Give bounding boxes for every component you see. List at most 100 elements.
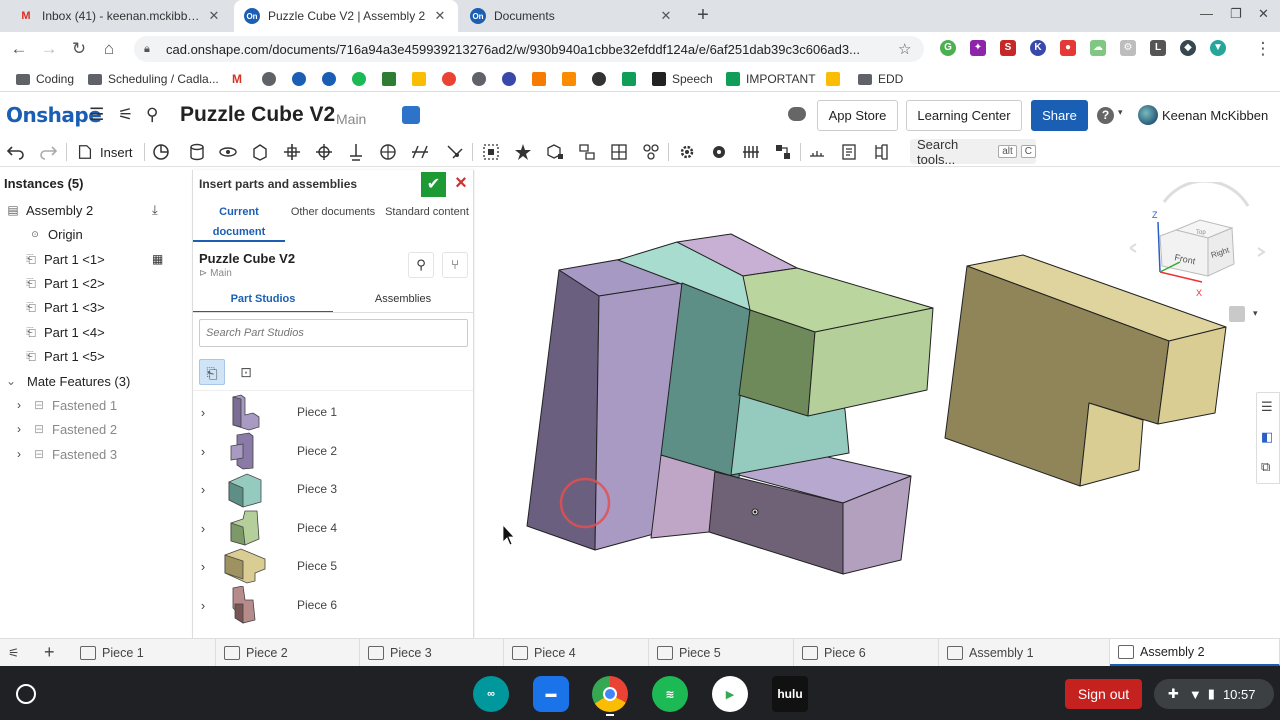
cancel-x-button[interactable]: × bbox=[453, 173, 469, 193]
close-tab-icon[interactable]: ✕ bbox=[206, 8, 222, 24]
mate-fastened-2[interactable]: › ⊟ Fastened 2 bbox=[0, 418, 190, 440]
explode-icon[interactable] bbox=[641, 142, 661, 162]
tab-assemblies[interactable]: Assemblies bbox=[333, 287, 473, 313]
instance-part-5[interactable]: ⎗ Part 1 <5> bbox=[0, 345, 190, 367]
tab-piece-5[interactable]: Piece 5 bbox=[649, 639, 794, 666]
new-tab-button[interactable]: + bbox=[692, 5, 714, 27]
document-title[interactable]: Puzzle Cube V2 bbox=[180, 103, 335, 127]
tab-piece-1[interactable]: Piece 1 bbox=[72, 639, 216, 666]
tab-part-studios[interactable]: Part Studios bbox=[193, 287, 333, 313]
bookmark-important[interactable]: IMPORTANT bbox=[726, 70, 816, 88]
app-store-button[interactable]: App Store bbox=[817, 100, 898, 131]
extension-grammarly-icon[interactable]: G bbox=[940, 40, 956, 56]
tab-piece-2[interactable]: Piece 2 bbox=[216, 639, 360, 666]
bookmark-speech[interactable]: Speech bbox=[652, 70, 713, 88]
close-window-icon[interactable]: ✕ bbox=[1258, 6, 1269, 22]
close-tab-icon[interactable]: ✕ bbox=[432, 8, 448, 24]
list-item-piece-6[interactable]: › Piece 6 bbox=[193, 586, 473, 624]
cube-bookmark-icon[interactable] bbox=[562, 70, 582, 88]
list-item-piece-2[interactable]: › Piece 2 bbox=[193, 432, 473, 470]
extension-cloud-icon[interactable]: ☁ bbox=[1090, 40, 1106, 56]
tab-piece-4[interactable]: Piece 4 bbox=[504, 639, 649, 666]
onshape-bookmark-icon[interactable] bbox=[322, 70, 342, 88]
instance-part-2[interactable]: ⎗ Part 1 <2> bbox=[0, 272, 190, 294]
chrome-menu-icon[interactable]: ⋮ bbox=[1252, 38, 1274, 60]
home-icon[interactable]: ⌂ bbox=[98, 38, 120, 60]
arduino-app-icon[interactable]: ∞ bbox=[473, 676, 509, 712]
extension-vpn-icon[interactable]: ▼ bbox=[1210, 40, 1226, 56]
graphics-viewport[interactable]: Z X Front Right Top ▾ ☰ ◧ ⧉ bbox=[475, 170, 1280, 638]
instance-origin[interactable]: ⊙ Origin bbox=[0, 223, 190, 245]
circular-pattern-icon[interactable] bbox=[577, 142, 597, 162]
screw-relation-icon[interactable] bbox=[741, 142, 761, 162]
bookmark-star-icon[interactable]: ☆ bbox=[898, 40, 914, 58]
rotate-right-icon[interactable] bbox=[1257, 247, 1266, 257]
forward-icon[interactable]: → bbox=[38, 38, 60, 60]
photos-bookmark-icon[interactable] bbox=[442, 70, 462, 88]
list-item-piece-3[interactable]: › Piece 3 bbox=[193, 470, 473, 508]
gmail-bookmark-icon[interactable]: M bbox=[232, 70, 242, 88]
sb-bookmark-icon[interactable] bbox=[532, 70, 552, 88]
workspace-label[interactable]: Main bbox=[336, 111, 366, 127]
cn-bookmark-icon[interactable] bbox=[292, 70, 312, 88]
globe2-bookmark-icon[interactable] bbox=[472, 70, 492, 88]
mate-connector-icon[interactable] bbox=[151, 142, 171, 162]
extension-puzzle-icon[interactable]: ✦ bbox=[970, 40, 986, 56]
sheets-bookmark-icon[interactable] bbox=[622, 70, 642, 88]
user-name[interactable]: Keenan McKibben bbox=[1162, 108, 1268, 123]
spotify-app-icon[interactable]: ≋ bbox=[652, 676, 688, 712]
bookmark-edd[interactable]: EDD bbox=[858, 70, 903, 88]
files-app-icon[interactable]: ▬ bbox=[533, 676, 569, 712]
bom-icon[interactable] bbox=[871, 142, 891, 162]
insert-download-icon[interactable]: ⤓ bbox=[152, 202, 158, 218]
linear-relation-icon[interactable] bbox=[773, 142, 793, 162]
extension-k-icon[interactable]: K bbox=[1030, 40, 1046, 56]
view-cube[interactable]: Z X Front Right Top bbox=[1130, 182, 1270, 302]
help-icon[interactable]: ? bbox=[1097, 107, 1114, 124]
mate-features-group[interactable]: ⌄ Mate Features (3) bbox=[0, 370, 190, 392]
extension-gear-icon[interactable]: ⚙ bbox=[1120, 40, 1136, 56]
section-view-icon[interactable] bbox=[839, 142, 859, 162]
bom-panel-icon[interactable]: ⧉ bbox=[1261, 459, 1270, 475]
undo-icon[interactable] bbox=[6, 142, 26, 162]
s-bookmark-icon[interactable] bbox=[382, 70, 402, 88]
chevron-right-icon[interactable]: › bbox=[195, 482, 211, 497]
pin-slot-mate-icon[interactable] bbox=[346, 142, 366, 162]
hulu-app-icon[interactable]: hulu bbox=[772, 676, 808, 712]
tab-assembly-2[interactable]: Assembly 2 bbox=[1110, 639, 1280, 666]
rotate-left-icon[interactable] bbox=[1130, 243, 1137, 253]
spotify-bookmark-icon[interactable] bbox=[352, 70, 372, 88]
extension-record-icon[interactable]: ● bbox=[1060, 40, 1076, 56]
drive2-bookmark-icon[interactable] bbox=[826, 70, 846, 88]
cylindrical-mate-icon[interactable] bbox=[314, 142, 334, 162]
list-item-piece-1[interactable]: › Piece 1 bbox=[193, 393, 473, 431]
list-item-piece-4[interactable]: › Piece 4 bbox=[193, 509, 473, 547]
instance-assembly[interactable]: ▤ Assembly 2 ⤓ bbox=[0, 199, 190, 221]
chevron-right-icon[interactable]: › bbox=[12, 398, 26, 412]
reload-icon[interactable]: ↻ bbox=[68, 38, 90, 60]
globe-bookmark-icon[interactable] bbox=[262, 70, 282, 88]
b-bookmark-icon[interactable] bbox=[502, 70, 522, 88]
browser-tab-gmail[interactable]: M Inbox (41) - keenan.mckibben@g ✕ bbox=[8, 0, 232, 32]
mate-fastened-3[interactable]: › ⊟ Fastened 3 bbox=[0, 443, 190, 465]
tab-piece-6[interactable]: Piece 6 bbox=[794, 639, 939, 666]
close-tab-icon[interactable]: ✕ bbox=[658, 8, 674, 24]
measure-icon[interactable] bbox=[807, 142, 827, 162]
linear-pattern-icon[interactable] bbox=[545, 142, 565, 162]
view-mode-cube-icon[interactable] bbox=[1229, 306, 1245, 322]
help-chevron-icon[interactable]: ▾ bbox=[1118, 107, 1123, 118]
bookmark-scheduling[interactable]: Scheduling / Cadla... bbox=[88, 70, 219, 88]
list-view-icon[interactable]: ⊡ bbox=[233, 359, 259, 385]
learning-center-button[interactable]: Learning Center bbox=[906, 100, 1022, 131]
view-mode-chevron-icon[interactable]: ▾ bbox=[1253, 308, 1258, 319]
share-button[interactable]: Share bbox=[1031, 100, 1088, 131]
replicate-icon[interactable] bbox=[513, 142, 533, 162]
group-icon[interactable] bbox=[481, 142, 501, 162]
chevron-right-icon[interactable]: › bbox=[195, 405, 211, 420]
insert-options-icon[interactable]: ⚲ bbox=[408, 252, 434, 278]
redo-icon[interactable] bbox=[38, 142, 58, 162]
minimize-icon[interactable]: — bbox=[1200, 6, 1213, 21]
gear-mate-icon[interactable] bbox=[677, 142, 697, 162]
insert-mate-icon[interactable]: ⚲ bbox=[146, 105, 158, 125]
mate-fastened-1[interactable]: › ⊟ Fastened 1 bbox=[0, 394, 190, 416]
